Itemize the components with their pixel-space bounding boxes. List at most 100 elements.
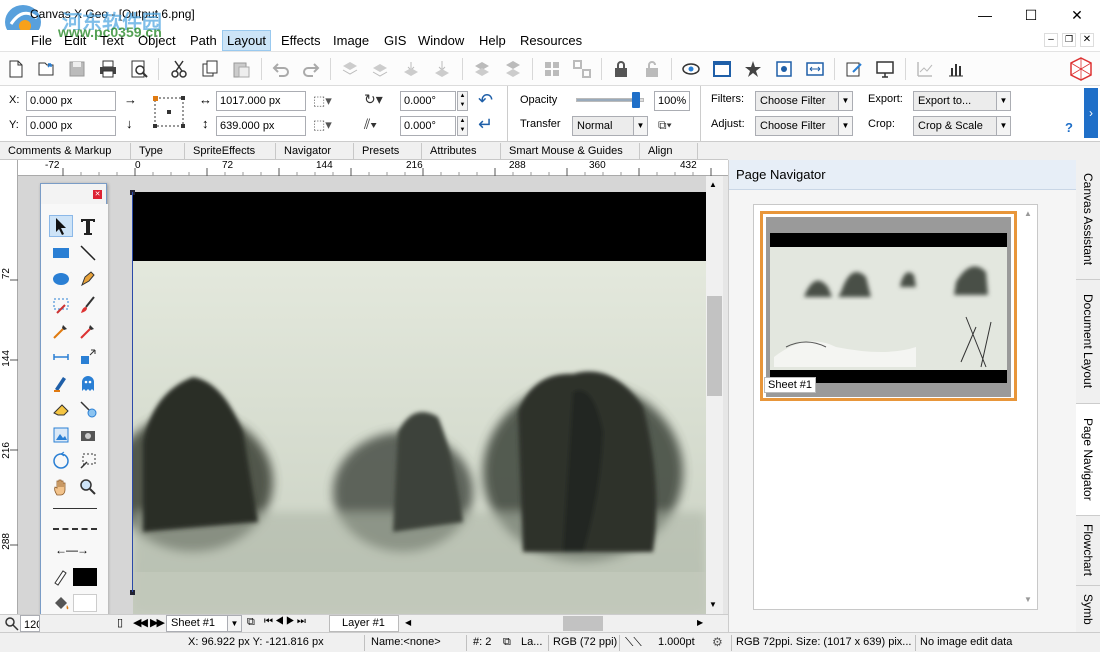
hand-tool-icon[interactable] bbox=[49, 476, 73, 498]
mdi-minimize-button[interactable]: – bbox=[1044, 33, 1058, 47]
opacity-input[interactable]: 100% bbox=[654, 91, 690, 111]
line-style-dashed[interactable] bbox=[53, 528, 97, 530]
combine-icon[interactable] bbox=[541, 58, 563, 80]
close-palette-icon[interactable]: ✕ bbox=[93, 190, 102, 199]
color-picker-tool-icon[interactable] bbox=[76, 320, 100, 342]
proportion-icon[interactable]: ⬚▾ bbox=[313, 93, 332, 109]
side-tab-canvas-assistant[interactable]: Canvas Assistant bbox=[1076, 160, 1100, 280]
scroll-down-icon[interactable]: ▼ bbox=[709, 600, 717, 609]
panel-scroll-up-icon[interactable]: ▲ bbox=[1024, 209, 1032, 218]
brush-tool-icon[interactable] bbox=[76, 294, 100, 316]
close-button[interactable]: ✕ bbox=[1054, 0, 1100, 30]
transfer-select[interactable]: Normal ▼ bbox=[572, 116, 648, 136]
eyedropper-tool-icon[interactable] bbox=[49, 320, 73, 342]
tab-comments-markup[interactable]: Comments & Markup bbox=[0, 143, 131, 160]
menu-path[interactable]: Path bbox=[186, 30, 221, 51]
pen-tool-icon[interactable] bbox=[76, 268, 100, 290]
landscape-painting-image[interactable] bbox=[133, 192, 706, 614]
ellipse-tool-icon[interactable] bbox=[49, 268, 73, 290]
new-document-icon[interactable] bbox=[5, 58, 27, 80]
horizontal-scroll-thumb[interactable] bbox=[563, 616, 603, 631]
tab-spriteeffects[interactable]: SpriteEffects bbox=[185, 143, 276, 160]
eraser-tool-icon[interactable] bbox=[49, 398, 73, 420]
scale-icon[interactable]: ⬚▾ bbox=[313, 117, 332, 133]
monitor-icon[interactable] bbox=[874, 58, 896, 80]
settings-icon[interactable] bbox=[773, 58, 795, 80]
opacity-slider[interactable] bbox=[576, 92, 644, 108]
skew-input[interactable]: 0.000° bbox=[400, 116, 456, 136]
unlock-icon[interactable] bbox=[641, 58, 663, 80]
paste-icon[interactable] bbox=[230, 58, 252, 80]
camera-tool-icon[interactable] bbox=[76, 424, 100, 446]
opacity-slider-thumb[interactable] bbox=[632, 92, 640, 108]
zoom-input[interactable]: 120.1% bbox=[20, 615, 40, 632]
side-tab-symbols[interactable]: Symb bbox=[1076, 586, 1100, 632]
fill-bucket-icon[interactable] bbox=[49, 592, 73, 614]
layers-icon[interactable]: ⧉ bbox=[247, 616, 255, 629]
rotation-input[interactable]: 0.000° bbox=[400, 91, 456, 111]
send-to-back-icon[interactable] bbox=[431, 58, 453, 80]
crop-select[interactable]: Crop & Scale ▼ bbox=[913, 116, 1011, 136]
magic-wand-tool-icon[interactable] bbox=[76, 398, 100, 420]
sheet-prev-icon[interactable]: ◀◀ bbox=[133, 616, 148, 629]
tab-presets[interactable]: Presets bbox=[354, 143, 422, 160]
tab-navigator[interactable]: Navigator bbox=[276, 143, 354, 160]
mdi-close-button[interactable]: ✕ bbox=[1080, 33, 1094, 47]
menu-layout[interactable]: Layout bbox=[222, 30, 272, 51]
vertical-scroll-thumb[interactable] bbox=[707, 296, 722, 396]
group-icon[interactable] bbox=[471, 58, 493, 80]
ghost-tool-icon[interactable] bbox=[76, 372, 100, 394]
expand-panel-button[interactable]: › bbox=[1084, 88, 1098, 138]
menu-gis[interactable]: GIS bbox=[380, 30, 410, 51]
menu-effects[interactable]: Effects bbox=[277, 30, 325, 51]
print-icon[interactable] bbox=[97, 58, 119, 80]
sheet-next-icon[interactable]: ▶▶ bbox=[150, 616, 165, 629]
bar-chart-icon[interactable] bbox=[945, 58, 967, 80]
sheet-select[interactable]: Sheet #1 ▼ bbox=[166, 615, 242, 632]
side-tab-document-layout[interactable]: Document Layout bbox=[1076, 280, 1100, 404]
width-input[interactable]: 1017.000 px bbox=[216, 91, 306, 111]
bring-to-front-icon[interactable] bbox=[339, 58, 361, 80]
redo-icon[interactable] bbox=[300, 58, 322, 80]
print-preview-icon[interactable] bbox=[128, 58, 150, 80]
rotate-icon[interactable]: ↻▾ bbox=[364, 91, 383, 108]
rectangle-tool-icon[interactable] bbox=[49, 242, 73, 264]
help-button[interactable]: ? bbox=[1065, 120, 1073, 135]
flip-horizontal-icon[interactable]: ↶ bbox=[478, 90, 493, 111]
menu-help[interactable]: Help bbox=[475, 30, 510, 51]
send-backward-icon[interactable] bbox=[400, 58, 422, 80]
line-tool-icon[interactable] bbox=[76, 242, 100, 264]
menu-image[interactable]: Image bbox=[329, 30, 373, 51]
view-icon[interactable] bbox=[680, 58, 702, 80]
menu-text[interactable]: Text bbox=[96, 30, 128, 51]
y-input[interactable]: 0.000 px bbox=[26, 116, 116, 136]
bring-forward-icon[interactable] bbox=[369, 58, 391, 80]
transform-tool-icon[interactable] bbox=[76, 346, 100, 368]
rotation-spinner[interactable]: ▲ ▼ bbox=[457, 91, 468, 111]
save-icon[interactable] bbox=[66, 58, 88, 80]
maximize-button[interactable]: ☐ bbox=[1008, 0, 1054, 30]
scroll-left-icon[interactable]: ◀ bbox=[405, 618, 411, 627]
skew-spinner[interactable]: ▲ ▼ bbox=[457, 116, 468, 136]
scroll-up-icon[interactable]: ▲ bbox=[709, 180, 717, 189]
skew-icon[interactable]: ⫽▾ bbox=[364, 116, 377, 133]
stroke-color-swatch[interactable] bbox=[73, 568, 97, 586]
minimize-button[interactable]: — bbox=[962, 0, 1008, 30]
rotate-tool-icon[interactable] bbox=[49, 450, 73, 472]
tab-type[interactable]: Type bbox=[131, 143, 185, 160]
window-frame-icon[interactable] bbox=[711, 58, 733, 80]
export-select[interactable]: Export to... ▼ bbox=[913, 91, 1011, 111]
text-tool-icon[interactable] bbox=[76, 215, 100, 237]
fit-width-icon[interactable] bbox=[804, 58, 826, 80]
undo-icon[interactable] bbox=[270, 58, 292, 80]
menu-object[interactable]: Object bbox=[134, 30, 180, 51]
filters-select[interactable]: Choose Filter ▼ bbox=[755, 91, 853, 111]
sheet-thumbnail[interactable]: Sheet #1 bbox=[760, 211, 1017, 401]
document-canvas[interactable] bbox=[18, 176, 706, 614]
image-edit-tool-icon[interactable] bbox=[49, 424, 73, 446]
menu-edit[interactable]: Edit bbox=[60, 30, 90, 51]
arrow-style-icon[interactable]: ←—→ bbox=[55, 543, 89, 557]
copy-icon[interactable] bbox=[199, 58, 221, 80]
edit-icon[interactable] bbox=[843, 58, 865, 80]
flip-vertical-icon[interactable]: ↵ bbox=[478, 114, 493, 135]
